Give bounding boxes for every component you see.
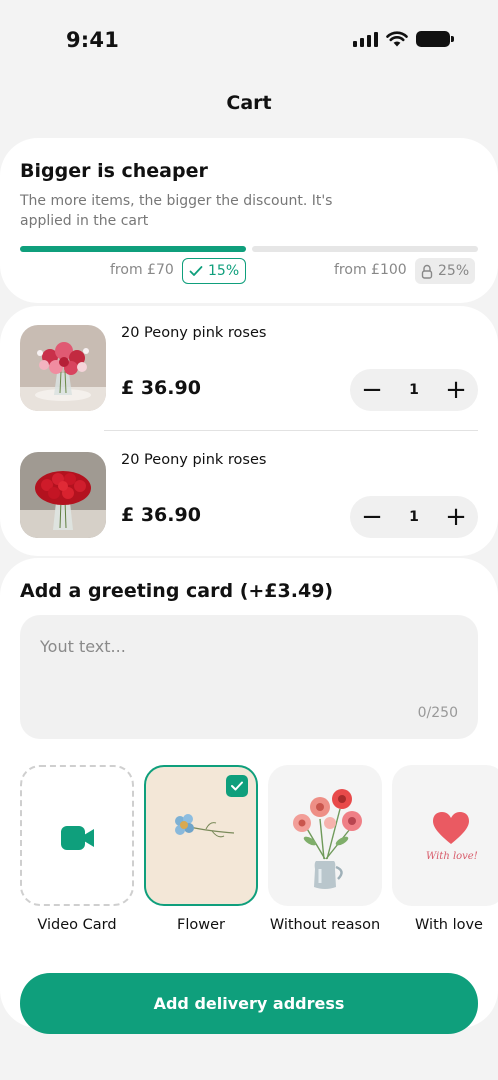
cart-item: 20 Peony pink roses £ 36.90 − 1 + bbox=[20, 325, 478, 413]
increase-quantity-button[interactable]: + bbox=[434, 369, 478, 411]
tier-1-progress-bar bbox=[20, 246, 246, 252]
greeting-card-section: Add a greeting card (+£3.49) Yout text..… bbox=[0, 558, 498, 1034]
quantity-stepper: − 1 + bbox=[350, 369, 478, 411]
tier-1-threshold: from £70 bbox=[110, 262, 174, 278]
signal-icon bbox=[353, 31, 378, 47]
status-time: 9:41 bbox=[66, 28, 120, 52]
card-design-carousel[interactable]: Video Card Flower Without reason With lo… bbox=[0, 765, 498, 945]
decrease-quantity-button[interactable]: − bbox=[350, 496, 394, 538]
card-tile[interactable]: With love! bbox=[392, 765, 498, 906]
item-price: £ 36.90 bbox=[121, 377, 201, 399]
tier-2-threshold: from £100 bbox=[334, 262, 407, 278]
item-name[interactable]: 20 Peony pink roses bbox=[121, 452, 266, 468]
card-tile[interactable] bbox=[20, 765, 134, 906]
quantity-stepper: − 1 + bbox=[350, 496, 478, 538]
card-option-label: Flower bbox=[177, 917, 225, 933]
cart-items-card: 20 Peony pink roses £ 36.90 − 1 + 20 Peo… bbox=[0, 306, 498, 556]
promo-title: Bigger is cheaper bbox=[20, 160, 208, 182]
card-option-label: With love bbox=[415, 917, 483, 933]
tier-2-discount: 25% bbox=[438, 263, 470, 279]
card-tile[interactable] bbox=[268, 765, 382, 906]
flower-vase-icon bbox=[293, 789, 362, 889]
greeting-text-input[interactable]: Yout text... 0/250 bbox=[20, 615, 478, 739]
decrease-quantity-button[interactable]: − bbox=[350, 369, 394, 411]
character-counter: 0/250 bbox=[417, 705, 458, 721]
tier-2-discount-badge: 25% bbox=[415, 258, 476, 284]
greeting-placeholder: Yout text... bbox=[40, 637, 126, 656]
card-option-label: Video Card bbox=[37, 917, 117, 933]
heart-icon bbox=[433, 812, 469, 844]
tier-1-discount-badge: 15% bbox=[182, 258, 247, 284]
video-camera-icon bbox=[61, 826, 94, 850]
product-image[interactable] bbox=[20, 325, 106, 411]
flower-sprig-icon bbox=[175, 814, 235, 838]
page-title: Cart bbox=[226, 92, 272, 114]
card-option-label: Without reason bbox=[269, 917, 381, 933]
card-option-with-love[interactable]: With love! With love bbox=[392, 765, 498, 933]
promo-description: The more items, the bigger the discount.… bbox=[20, 193, 333, 229]
card-option-video[interactable]: Video Card bbox=[20, 765, 134, 933]
tier-1-discount: 15% bbox=[208, 263, 240, 279]
lock-icon bbox=[421, 264, 433, 279]
quantity-value: 1 bbox=[409, 509, 419, 525]
status-icons bbox=[353, 31, 454, 47]
card-option-flower[interactable]: Flower bbox=[144, 765, 258, 933]
quantity-value: 1 bbox=[409, 382, 419, 398]
tier-2-progress-bar bbox=[252, 246, 478, 252]
discount-promo-card: Bigger is cheaper The more items, the bi… bbox=[0, 138, 498, 303]
product-image[interactable] bbox=[20, 452, 106, 538]
check-icon bbox=[189, 266, 203, 276]
item-price: £ 36.90 bbox=[121, 504, 201, 526]
status-bar: 9:41 bbox=[0, 0, 498, 80]
battery-icon bbox=[416, 31, 454, 47]
card-option-without-reason[interactable]: Without reason bbox=[268, 765, 382, 933]
increase-quantity-button[interactable]: + bbox=[434, 496, 478, 538]
wifi-icon bbox=[386, 31, 408, 47]
greeting-title: Add a greeting card (+£3.49) bbox=[20, 580, 334, 602]
card-inscription: With love! bbox=[426, 851, 478, 862]
selected-checkmark-icon bbox=[226, 775, 248, 797]
item-name[interactable]: 20 Peony pink roses bbox=[121, 325, 266, 341]
item-divider bbox=[104, 430, 478, 431]
cart-item: 20 Peony pink roses £ 36.90 − 1 + bbox=[20, 452, 478, 540]
card-tile[interactable] bbox=[144, 765, 258, 906]
add-delivery-address-button[interactable]: Add delivery address bbox=[20, 973, 478, 1034]
